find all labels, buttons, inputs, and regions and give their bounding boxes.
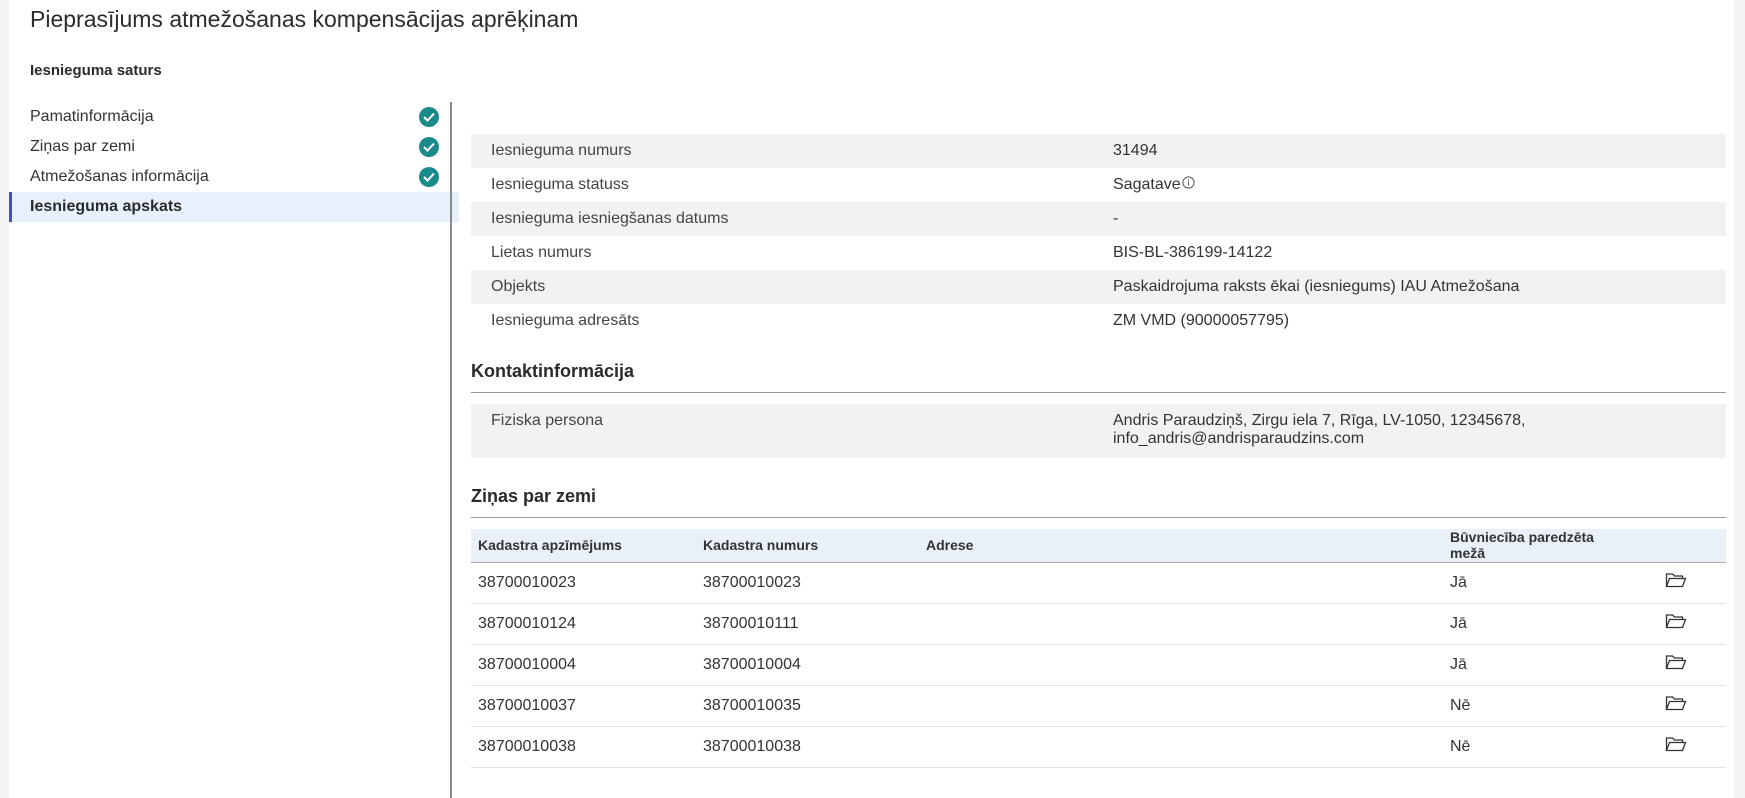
contact-value-line2: info_andris@andrisparaudzins.com [1113, 430, 1365, 447]
sidebar-divider [450, 102, 452, 798]
summary-row: Objekts Paskaidrojuma raksts ēkai (iesni… [471, 270, 1726, 304]
cell-mezs: Nē [1443, 685, 1618, 727]
summary-value: ZM VMD (90000057795) [1113, 312, 1290, 329]
cell-mezs: Jā [1443, 644, 1618, 686]
sidebar-item-iesnieguma-apskats[interactable]: Iesnieguma apskats [9, 192, 459, 222]
summary-row: Iesnieguma numurs 31494 [471, 134, 1726, 168]
sidebar-item-zinas-par-zemi[interactable]: Ziņas par zemi [9, 132, 459, 162]
sidebar-item-label: Ziņas par zemi [30, 138, 135, 155]
cell-apzimejums: 38700010038 [471, 726, 696, 768]
table-row: 38700010124 38700010111 Jā [471, 603, 1726, 645]
sidebar-item-label: Pamatinformācija [30, 108, 154, 125]
cell-adrese [919, 644, 1443, 686]
land-table: Kadastra apzīmējums Kadastra numurs Adre… [471, 529, 1726, 768]
cell-apzimejums: 38700010023 [471, 562, 696, 604]
cell-numurs: 38700010035 [696, 685, 919, 727]
section-heading: Iesnieguma saturs [30, 62, 162, 79]
summary-list: Iesnieguma numurs 31494 Iesnieguma statu… [471, 134, 1726, 338]
summary-value: - [1113, 210, 1119, 227]
table-row: 38700010037 38700010035 Nē [471, 685, 1726, 727]
cell-apzimejums: 38700010004 [471, 644, 696, 686]
column-header-adrese: Adrese [919, 529, 1443, 563]
summary-key: Iesnieguma iesniegšanas datums [491, 210, 729, 227]
cell-numurs: 38700010038 [696, 726, 919, 768]
summary-row: Iesnieguma statuss Sagatave [471, 168, 1726, 202]
page-title: Pieprasījums atmežošanas kompensācijas a… [30, 6, 579, 32]
table-header-row: Kadastra apzīmējums Kadastra numurs Adre… [471, 529, 1726, 563]
table-row: 38700010004 38700010004 Jā [471, 644, 1726, 686]
main-content: Iesnieguma numurs 31494 Iesnieguma statu… [471, 134, 1726, 768]
table-row: 38700010023 38700010023 Jā [471, 562, 1726, 604]
summary-value: BIS-BL-386199-14122 [1113, 244, 1273, 261]
cell-numurs: 38700010004 [696, 644, 919, 686]
table-row: 38700010038 38700010038 Nē [471, 726, 1726, 768]
folder-open-icon[interactable] [1665, 737, 1687, 756]
folder-open-icon[interactable] [1665, 614, 1687, 633]
check-circle-icon [419, 107, 439, 127]
land-title: Ziņas par zemi [471, 486, 1726, 518]
cell-adrese [919, 603, 1443, 645]
contact-section: Kontaktinformācija Fiziska persona Andri… [471, 361, 1726, 458]
contact-value-line1: Andris Paraudziņš, Zirgu iela 7, Rīga, L… [1113, 412, 1526, 429]
cell-mezs: Jā [1443, 603, 1618, 645]
sidebar-item-label: Atmežošanas informācija [30, 168, 209, 185]
summary-key: Iesnieguma adresāts [491, 312, 640, 329]
sidebar-item-pamatinformacija[interactable]: Pamatinformācija [9, 102, 459, 132]
cell-apzimejums: 38700010124 [471, 603, 696, 645]
check-circle-icon [419, 137, 439, 157]
cell-apzimejums: 38700010037 [471, 685, 696, 727]
contact-key: Fiziska persona [491, 412, 604, 429]
land-section: Ziņas par zemi Kadastra apzīmējums Kadas… [471, 486, 1726, 768]
cell-mezs: Jā [1443, 562, 1618, 604]
summary-key: Objekts [491, 278, 546, 295]
sidebar-item-label: Iesnieguma apskats [30, 198, 183, 215]
folder-open-icon[interactable] [1665, 696, 1687, 715]
summary-row: Iesnieguma iesniegšanas datums - [471, 202, 1726, 236]
contact-title: Kontaktinformācija [471, 361, 1726, 393]
summary-value: Paskaidrojuma raksts ēkai (iesniegums) I… [1113, 278, 1520, 295]
summary-row: Iesnieguma adresāts ZM VMD (90000057795) [471, 304, 1726, 338]
column-header-kadastra-apzimejums: Kadastra apzīmējums [471, 529, 696, 563]
summary-row: Lietas numurs BIS-BL-386199-14122 [471, 236, 1726, 270]
summary-key: Iesnieguma numurs [491, 142, 632, 159]
sidebar-item-atmezosanas-informacija[interactable]: Atmežošanas informācija [9, 162, 459, 192]
folder-open-icon[interactable] [1665, 655, 1687, 674]
cell-adrese [919, 685, 1443, 727]
cell-adrese [919, 562, 1443, 604]
summary-key: Lietas numurs [491, 244, 592, 261]
cell-numurs: 38700010023 [696, 562, 919, 604]
cell-numurs: 38700010111 [696, 603, 919, 645]
summary-key: Iesnieguma statuss [491, 176, 629, 193]
info-icon[interactable] [1182, 176, 1195, 194]
contact-row: Fiziska persona Andris Paraudziņš, Zirgu… [471, 404, 1726, 458]
column-header-actions [1618, 529, 1726, 563]
column-header-buvnieciba: Būvniecība paredzēta mežā [1443, 529, 1618, 563]
sidebar: Pamatinformācija Ziņas par zemi Atmežoša… [9, 102, 459, 222]
cell-adrese [919, 726, 1443, 768]
column-header-kadastra-numurs: Kadastra numurs [696, 529, 919, 563]
check-circle-icon [419, 167, 439, 187]
page: Pieprasījums atmežošanas kompensācijas a… [9, 0, 1734, 798]
summary-value: 31494 [1113, 142, 1158, 159]
status-value: Sagatave [1113, 176, 1181, 193]
folder-open-icon[interactable] [1665, 573, 1687, 592]
cell-mezs: Nē [1443, 726, 1618, 768]
